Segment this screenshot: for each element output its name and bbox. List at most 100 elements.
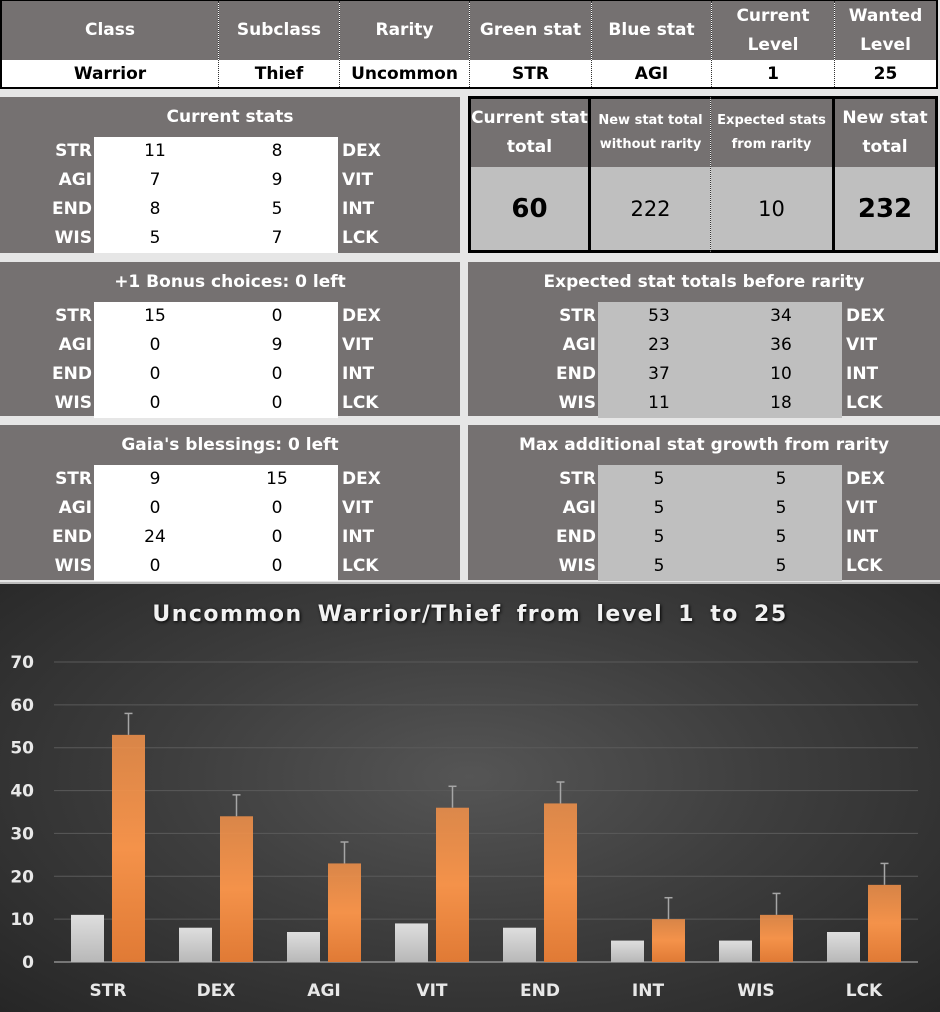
stat-row: STR 15 0 DEX	[0, 302, 460, 331]
stat-value-right[interactable]: 0	[216, 302, 338, 331]
expected-from-rarity-column: Expected stats from rarity 10	[711, 96, 832, 253]
x-category-label: LCK	[846, 981, 883, 1001]
stat-value-right: 5	[775, 527, 787, 547]
stat-label-right: LCK	[342, 228, 379, 248]
bar-current	[395, 923, 428, 962]
stat-value-left[interactable]: 0	[94, 389, 216, 418]
stat-value-right: 10	[770, 364, 792, 384]
green-stat-header: Green stat	[470, 1, 591, 60]
rarity-value-cell[interactable]: Uncommon	[340, 60, 469, 87]
new-total-value: 232	[835, 167, 935, 250]
stat-value-right: 36	[770, 335, 792, 355]
stat-value-right[interactable]: 0	[216, 552, 338, 581]
stat-label-left: END	[52, 199, 92, 219]
stat-label-right: DEX	[846, 469, 885, 489]
stat-label-left: AGI	[58, 170, 92, 190]
stat-value-left[interactable]: 9	[94, 465, 216, 494]
bar-current	[611, 940, 644, 962]
stat-row: STR 5 5 DEX	[468, 465, 940, 494]
stat-value-right[interactable]: 0	[216, 494, 338, 523]
x-category-label: WIS	[737, 981, 774, 1001]
panel-title: Max additional stat growth from rarity	[518, 435, 890, 455]
stat-value-left[interactable]: 11	[94, 137, 216, 166]
wanted-level-value-cell[interactable]: 25	[835, 60, 936, 87]
stat-value-left[interactable]: 24	[94, 523, 216, 552]
stat-row: STR 53 34 DEX	[468, 302, 940, 331]
stat-row: AGI 0 0 VIT	[0, 494, 460, 523]
subclass-value-cell[interactable]: Thief	[219, 60, 339, 87]
stat-label-right: LCK	[846, 393, 883, 413]
stat-value-left[interactable]: 0	[94, 360, 216, 389]
stat-row: STR 11 8 DEX	[0, 137, 460, 166]
x-category-label: INT	[632, 981, 665, 1001]
stat-row: END 24 0 INT	[0, 523, 460, 552]
y-tick-label: 40	[10, 782, 34, 802]
stat-label-right: LCK	[342, 556, 379, 576]
stat-label-left: WIS	[54, 556, 92, 576]
stat-row: WIS 11 18 LCK	[468, 389, 940, 418]
expected-from-rarity-value: 10	[711, 167, 832, 250]
stat-label-right: INT	[342, 527, 375, 547]
bar-current	[71, 914, 104, 962]
stat-value-right: 34	[770, 306, 792, 326]
chart-plot: 0 10 20 30 40 50 60 70 STR DEX AGI VIT END INT WIS LCK	[10, 653, 918, 1001]
stat-value-right: 5	[775, 469, 787, 489]
stat-row: STR 9 15 DEX	[0, 465, 460, 494]
current-total-value: 60	[471, 167, 588, 250]
stat-value-left[interactable]: 7	[94, 166, 216, 195]
stat-value-left[interactable]: 5	[94, 224, 216, 253]
stat-label-right: VIT	[846, 498, 878, 518]
stat-label-left: STR	[55, 469, 92, 489]
stat-value-right[interactable]: 15	[216, 465, 338, 494]
bar-current	[287, 932, 320, 962]
stat-value-left: 5	[653, 469, 665, 489]
new-total-no-rarity-column: New stat total without rarity 222	[591, 96, 711, 253]
stat-row: AGI 0 9 VIT	[0, 331, 460, 360]
stat-value-left[interactable]: 15	[94, 302, 216, 331]
stat-label-right: INT	[342, 364, 375, 384]
stat-value-right[interactable]: 7	[216, 224, 338, 253]
stat-row: WIS 0 0 LCK	[0, 389, 460, 418]
stat-value-left[interactable]: 0	[94, 331, 216, 360]
stat-label-right: LCK	[846, 556, 883, 576]
stat-value-right[interactable]: 0	[216, 389, 338, 418]
bar-expected	[544, 803, 577, 962]
stat-label-left: AGI	[58, 335, 92, 355]
current-level-value-cell[interactable]: 1	[712, 60, 834, 87]
bar-expected	[436, 807, 469, 962]
stat-value-left[interactable]: 0	[94, 552, 216, 581]
x-category-label: DEX	[197, 981, 236, 1001]
stat-label-right: DEX	[342, 141, 381, 161]
gaia-blessings-panel: Gaia's blessings: 0 left STR 9 15 DEX AGI 0 0 VI…	[0, 425, 460, 581]
stat-value-right[interactable]: 9	[216, 166, 338, 195]
x-category-label: STR	[90, 981, 127, 1001]
stat-row: AGI 23 36 VIT	[468, 331, 940, 360]
green-stat-value-cell[interactable]: STR	[470, 60, 591, 87]
bar-expected	[220, 816, 253, 962]
stat-value-right[interactable]: 0	[216, 360, 338, 389]
character-config-table: Class Warrior Subclass Thief Rarity Unco…	[0, 0, 938, 89]
expected-totals-panel: Expected stat totals before rarity STR 53 3…	[468, 262, 940, 418]
class-value-cell[interactable]: Warrior	[2, 60, 218, 87]
stat-value-right[interactable]: 9	[216, 331, 338, 360]
stat-value-right[interactable]: 0	[216, 523, 338, 552]
stat-growth-chart: Uncommon Warrior/Thief from level 1 to 2…	[0, 582, 940, 1012]
stat-value-left[interactable]: 0	[94, 494, 216, 523]
stat-label-left: END	[52, 364, 92, 384]
stat-row: WIS 5 7 LCK	[0, 224, 460, 253]
blue-stat-value-cell[interactable]: AGI	[592, 60, 711, 87]
stat-value-right: 18	[770, 393, 792, 413]
class-column: Class Warrior	[2, 1, 219, 87]
stat-label-right: VIT	[342, 335, 374, 355]
expected-from-rarity-header: Expected stats from rarity	[711, 99, 832, 167]
stat-value-right[interactable]: 8	[216, 137, 338, 166]
new-total-no-rarity-value: 222	[591, 167, 710, 250]
stat-value-right[interactable]: 5	[216, 195, 338, 224]
stat-label-left: WIS	[558, 393, 596, 413]
stat-label-left: STR	[559, 469, 596, 489]
stat-label-left: WIS	[54, 393, 92, 413]
stat-value-left[interactable]: 8	[94, 195, 216, 224]
bonus-choices-panel: +1 Bonus choices: 0 left STR 15 0 DEX AGI 0 9 VI…	[0, 262, 460, 418]
stat-label-left: STR	[55, 141, 92, 161]
stat-label-right: LCK	[342, 393, 379, 413]
